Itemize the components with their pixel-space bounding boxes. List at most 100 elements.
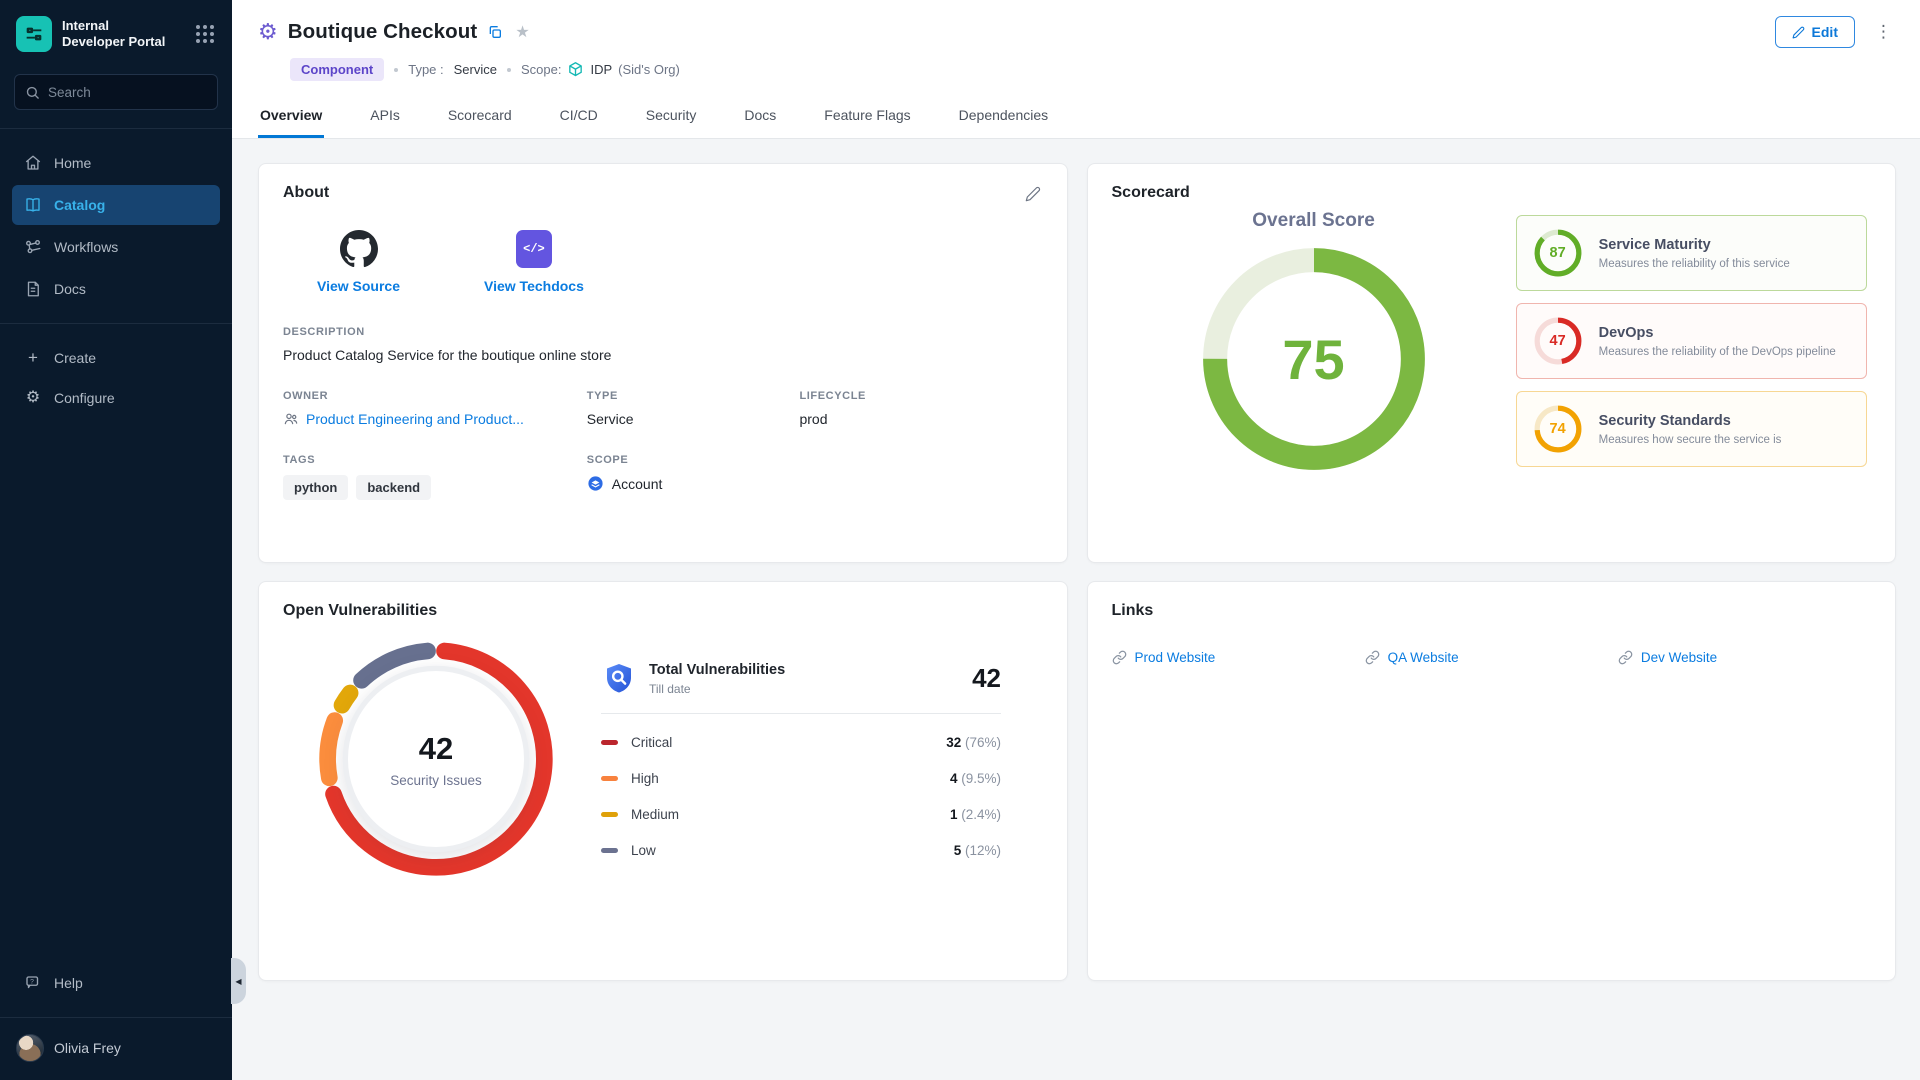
link-prod-website[interactable]: Prod Website — [1112, 650, 1365, 665]
view-source-link[interactable]: View Source — [317, 230, 400, 294]
tab-apis[interactable]: APIs — [368, 93, 402, 138]
scorecard-card: Scorecard Overall Score 75 — [1087, 163, 1897, 563]
page-header: ⚙ Boutique Checkout ★ Edit ⋮ Component — [232, 0, 1920, 93]
avatar — [16, 1034, 44, 1062]
critical-dash-icon — [601, 740, 618, 745]
tag-chip[interactable]: python — [283, 475, 348, 500]
scorecard-item-service-maturity[interactable]: 87 Service Maturity Measures the reliabi… — [1516, 215, 1867, 291]
scope-field-value: Account — [612, 476, 663, 492]
scorecard-item-security-standards[interactable]: 74 Security Standards Measures how secur… — [1516, 391, 1867, 467]
tab-scorecard[interactable]: Scorecard — [446, 93, 514, 138]
sidebar-header: Internal Developer Portal — [0, 0, 232, 66]
link-dev-website[interactable]: Dev Website — [1618, 650, 1871, 665]
links-card: Links Prod Website QA Website — [1087, 581, 1897, 981]
shield-scan-icon — [601, 661, 637, 697]
sidebar-nav: Home Catalog Workflows Docs — [0, 133, 232, 319]
apps-grid-icon[interactable] — [192, 21, 218, 47]
group-icon — [283, 411, 299, 427]
lifecycle-value: prod — [799, 411, 1042, 427]
link-icon — [1365, 650, 1380, 665]
cube-icon — [567, 61, 584, 78]
user-menu[interactable]: Olivia Frey — [0, 1022, 232, 1080]
overall-score-donut: 75 — [1201, 246, 1427, 472]
severity-row-critical: Critical 32 (76%) — [601, 735, 1001, 750]
tags-label: TAGS — [283, 454, 587, 466]
vulnerabilities-title: Open Vulnerabilities — [283, 602, 1043, 620]
pencil-icon — [1792, 26, 1805, 39]
security-issues-count: 42 — [419, 731, 453, 767]
type-value: Service — [454, 62, 497, 77]
tab-security[interactable]: Security — [644, 93, 699, 138]
tab-dependencies[interactable]: Dependencies — [957, 93, 1051, 138]
page-title: Boutique Checkout — [288, 20, 478, 44]
content-grid: About View Source </> View Techdocs — [232, 139, 1920, 981]
sidebar-divider — [0, 128, 232, 129]
tab-docs[interactable]: Docs — [742, 93, 778, 138]
home-icon — [24, 154, 42, 172]
account-scope-icon — [587, 475, 604, 492]
github-icon — [340, 230, 378, 268]
sidebar-item-catalog[interactable]: Catalog — [12, 185, 220, 225]
help-icon: ? — [24, 974, 42, 992]
type-field-label: TYPE — [587, 390, 800, 402]
search-icon — [25, 85, 40, 100]
high-dash-icon — [601, 776, 618, 781]
copy-icon[interactable] — [487, 24, 503, 40]
sidebar-collapse-handle[interactable]: ◀ — [231, 958, 246, 1004]
techdocs-icon: </> — [516, 230, 552, 268]
description-label: DESCRIPTION — [283, 326, 1043, 338]
sidebar-item-home[interactable]: Home — [12, 143, 220, 183]
component-badge[interactable]: Component — [290, 58, 384, 81]
sidebar-footer-nav: ? Help — [0, 953, 232, 1013]
sidebar-actions: + Create ⚙ Configure — [0, 328, 232, 427]
search-input[interactable] — [48, 85, 207, 100]
app-title: Internal Developer Portal — [62, 18, 192, 51]
app-logo-icon — [16, 16, 52, 52]
score-ring: 87 — [1533, 228, 1583, 278]
owner-label: OWNER — [283, 390, 587, 402]
scope-org: (Sid's Org) — [618, 62, 680, 77]
more-options-icon[interactable]: ⋮ — [1871, 22, 1896, 42]
sidebar-divider — [0, 323, 232, 324]
sidebar-item-workflows[interactable]: Workflows — [12, 227, 220, 267]
medium-dash-icon — [601, 812, 618, 817]
sidebar-search[interactable] — [14, 74, 218, 110]
lifecycle-label: LIFECYCLE — [799, 390, 1042, 402]
total-vulnerabilities-value: 42 — [972, 663, 1001, 694]
type-field-value: Service — [587, 411, 800, 427]
sidebar-item-create[interactable]: + Create — [12, 338, 220, 377]
overall-score-label: Overall Score — [1252, 210, 1375, 232]
owner-link[interactable]: Product Engineering and Product... — [283, 411, 587, 427]
scope-name: IDP — [590, 62, 612, 77]
sidebar-item-docs[interactable]: Docs — [12, 269, 220, 309]
security-issues-label: Security Issues — [390, 773, 482, 788]
view-techdocs-link[interactable]: </> View Techdocs — [484, 230, 584, 294]
workflows-icon — [24, 238, 42, 256]
favorite-star-icon[interactable]: ★ — [515, 22, 529, 42]
docs-icon — [24, 280, 42, 298]
edit-button[interactable]: Edit — [1775, 16, 1855, 48]
tab-overview[interactable]: Overview — [258, 93, 324, 138]
sidebar-item-configure[interactable]: ⚙ Configure — [12, 379, 220, 417]
tab-bar: Overview APIs Scorecard CI/CD Security D… — [232, 93, 1920, 139]
score-ring: 47 — [1533, 316, 1583, 366]
scorecard-item-devops[interactable]: 47 DevOps Measures the reliability of th… — [1516, 303, 1867, 379]
svg-text:?: ? — [30, 978, 34, 985]
severity-row-medium: Medium 1 (2.4%) — [601, 807, 1001, 822]
scope-field-label: SCOPE — [587, 454, 1043, 466]
sidebar-item-help[interactable]: ? Help — [12, 963, 220, 1003]
vulnerabilities-card: Open Vulnerabilities 42 Security Issues — [258, 581, 1068, 981]
tab-cicd[interactable]: CI/CD — [558, 93, 600, 138]
gear-icon: ⚙ — [24, 390, 42, 406]
link-qa-website[interactable]: QA Website — [1365, 650, 1618, 665]
scope-label: Scope: — [521, 62, 561, 77]
edit-about-icon[interactable] — [1023, 184, 1043, 204]
total-vulnerabilities-subtitle: Till date — [649, 682, 785, 696]
description-value: Product Catalog Service for the boutique… — [283, 347, 1043, 363]
low-dash-icon — [601, 848, 618, 853]
tag-chip[interactable]: backend — [356, 475, 431, 500]
vulnerabilities-donut: 42 Security Issues — [311, 634, 561, 884]
sidebar-divider — [0, 1017, 232, 1018]
user-name: Olivia Frey — [54, 1040, 121, 1056]
tab-feature-flags[interactable]: Feature Flags — [822, 93, 912, 138]
